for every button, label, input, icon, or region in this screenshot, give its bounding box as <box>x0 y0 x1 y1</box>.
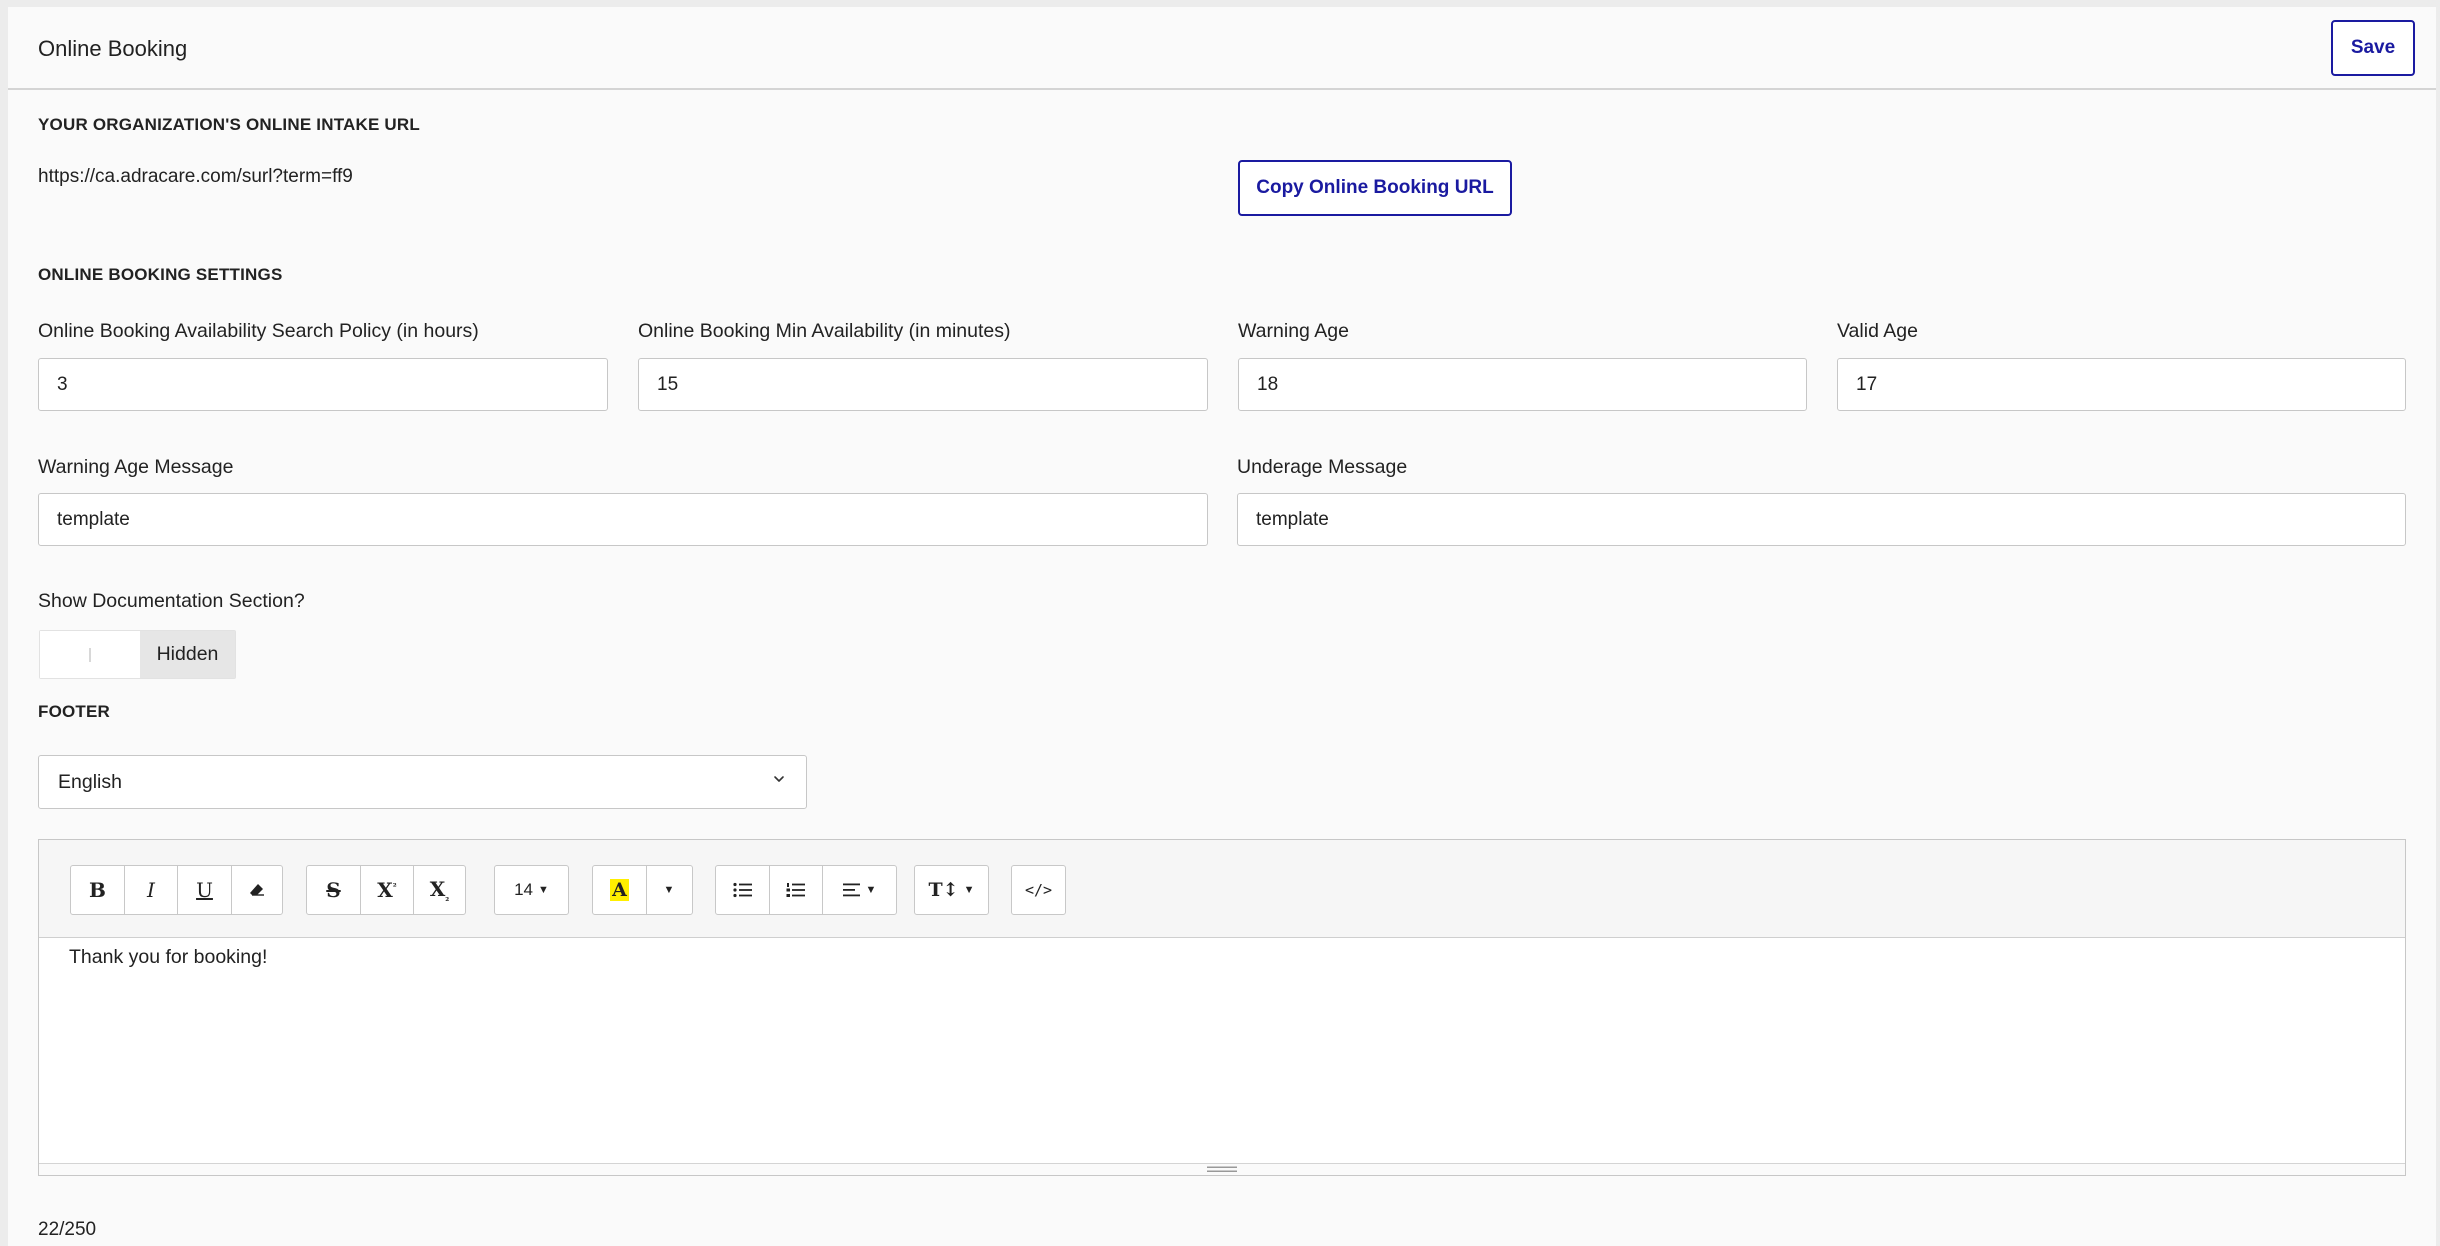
underline-icon: U <box>196 878 213 902</box>
min-availability-label: Online Booking Min Availability (in minu… <box>638 320 1011 342</box>
font-style-group: B I U <box>70 865 283 915</box>
underline-button[interactable]: U <box>177 865 232 915</box>
bullet-list-button[interactable] <box>715 865 770 915</box>
min-availability-input[interactable] <box>638 358 1208 411</box>
bullet-list-icon <box>732 882 752 898</box>
resize-grip-icon <box>1207 1166 1237 1172</box>
subscript-button[interactable]: X₂ <box>413 865 466 915</box>
intake-url-text: https://ca.adracare.com/surl?term=ff9 <box>38 166 353 187</box>
save-button[interactable]: Save <box>2331 20 2415 76</box>
caret-down-icon: ▼ <box>963 884 975 896</box>
superscript-button[interactable]: X² <box>359 865 415 915</box>
underage-message-input[interactable] <box>1237 493 2406 546</box>
character-count: 22/250 <box>38 1219 97 1240</box>
numbered-list-button[interactable] <box>768 865 824 915</box>
superscript-icon: X² <box>377 878 397 902</box>
warning-age-message-label: Warning Age Message <box>38 456 234 478</box>
line-height-icon: T↕ <box>928 879 959 901</box>
show-documentation-toggle[interactable]: Hidden <box>39 630 236 679</box>
valid-age-label: Valid Age <box>1837 320 1918 342</box>
editor-resize-handle[interactable] <box>39 1163 2405 1175</box>
strikethrough-button[interactable]: S <box>306 865 361 915</box>
line-height-dropdown[interactable]: T↕ ▼ <box>914 865 989 915</box>
line-height-group: T↕ ▼ <box>914 865 989 915</box>
search-policy-input[interactable] <box>38 358 608 411</box>
valid-age-input[interactable] <box>1837 358 2406 411</box>
show-documentation-label: Show Documentation Section? <box>38 590 305 612</box>
caret-down-icon: ▼ <box>663 884 675 896</box>
italic-icon: I <box>147 878 155 902</box>
toggle-state-label: Hidden <box>140 631 235 678</box>
online-booking-settings-heading: ONLINE BOOKING SETTINGS <box>38 265 283 284</box>
footer-rich-text-editor: B I U S X² X₂ 14 ▼ A ▼ ▼ T↕ ▼ </> Thank … <box>38 839 2406 1176</box>
language-selected-value: English <box>58 771 122 793</box>
intake-url-heading: YOUR ORGANIZATION'S ONLINE INTAKE URL <box>38 115 420 134</box>
toggle-grip-icon <box>89 648 91 662</box>
clear-format-button[interactable] <box>230 865 283 915</box>
code-group: </> <box>1011 865 1066 915</box>
color-group: A ▼ <box>592 865 693 915</box>
caret-down-icon: ▼ <box>865 884 877 896</box>
bold-button[interactable]: B <box>70 865 125 915</box>
font-size-group: 14 ▼ <box>494 865 569 915</box>
eraser-icon <box>249 884 264 896</box>
color-dropdown-button[interactable]: ▼ <box>645 865 693 915</box>
code-view-button[interactable]: </> <box>1011 865 1066 915</box>
page-title: Online Booking <box>38 36 188 61</box>
editor-toolbar: B I U S X² X₂ 14 ▼ A ▼ ▼ T↕ ▼ </> <box>39 840 2405 938</box>
toggle-handle[interactable] <box>40 631 140 678</box>
header-bar: Online Booking Save <box>8 7 2436 90</box>
font-size-value: 14 <box>514 880 534 899</box>
strikethrough-icon: S <box>326 878 341 902</box>
subscript-icon: X₂ <box>429 876 450 904</box>
warning-age-label: Warning Age <box>1238 320 1349 342</box>
numbered-list-icon <box>786 883 805 897</box>
warning-age-message-input[interactable] <box>38 493 1208 546</box>
align-dropdown[interactable]: ▼ <box>822 865 897 915</box>
search-policy-label: Online Booking Availability Search Polic… <box>38 320 479 342</box>
warning-age-input[interactable] <box>1238 358 1807 411</box>
italic-button[interactable]: I <box>123 865 179 915</box>
online-booking-page: Online Booking Save YOUR ORGANIZATION'S … <box>8 7 2436 1246</box>
highlight-color-icon: A <box>610 879 629 901</box>
font-size-dropdown[interactable]: 14 ▼ <box>494 865 569 915</box>
bold-icon: B <box>89 878 106 902</box>
code-view-icon: </> <box>1024 881 1053 899</box>
align-icon <box>842 883 860 897</box>
script-group: S X² X₂ <box>306 865 466 915</box>
caret-down-icon: ▼ <box>538 884 549 896</box>
underage-message-label: Underage Message <box>1237 456 1408 478</box>
footer-heading: FOOTER <box>38 702 111 721</box>
footer-language-select[interactable]: English <box>38 755 807 809</box>
highlight-color-button[interactable]: A <box>592 865 647 915</box>
copy-online-booking-url-button[interactable]: Copy Online Booking URL <box>1238 160 1512 216</box>
chevron-down-icon <box>774 776 784 782</box>
editor-content[interactable]: Thank you for booking! <box>69 946 267 969</box>
paragraph-group: ▼ <box>715 865 897 915</box>
